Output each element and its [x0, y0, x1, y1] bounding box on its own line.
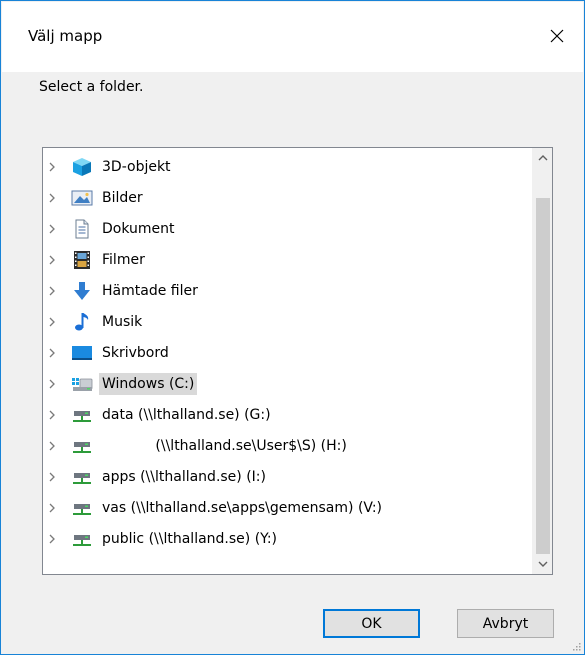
tree-item-label: (\\lthalland.se\User$\S) (H:)	[102, 437, 347, 454]
folder-dialog: Välj mapp Select a folder. 3D-objekt Bil…	[0, 0, 585, 655]
tree-item-filmer[interactable]: Filmer	[43, 244, 532, 275]
expand-chevron-icon[interactable]	[43, 441, 69, 451]
expand-chevron-icon[interactable]	[43, 317, 69, 327]
tree-item-dokument[interactable]: Dokument	[43, 213, 532, 244]
expand-chevron-icon[interactable]	[43, 410, 69, 420]
expand-chevron-icon[interactable]	[43, 224, 69, 234]
tree-item-3d-objekt[interactable]: 3D-objekt	[43, 151, 532, 182]
network-drive-icon	[71, 498, 97, 518]
expand-chevron-icon[interactable]	[43, 348, 69, 358]
music-icon	[71, 312, 97, 332]
tree-item-label: vas (\\lthalland.se\apps\gemensam) (V:)	[102, 499, 383, 516]
chevron-down-icon	[538, 561, 548, 567]
close-button[interactable]	[537, 16, 577, 56]
scroll-up-button[interactable]	[533, 148, 553, 168]
network-drive-icon	[71, 467, 97, 487]
windows-drive-icon	[71, 374, 97, 394]
scroll-thumb[interactable]	[536, 198, 550, 554]
network-drive-icon	[71, 405, 97, 425]
videos-icon	[71, 250, 97, 270]
tree-item-label: Skrivbord	[102, 344, 169, 361]
tree-item-vas-v[interactable]: vas (\\lthalland.se\apps\gemensam) (V:)	[43, 492, 532, 523]
tree-items: 3D-objekt Bilder Dokument Filmer Hämtade…	[43, 151, 532, 554]
desktop-icon	[71, 343, 97, 363]
tree-item-label: 3D-objekt	[102, 158, 171, 175]
expand-chevron-icon[interactable]	[43, 255, 69, 265]
tree-item-label: Bilder	[102, 189, 143, 206]
tree-item-apps-i[interactable]: apps (\\lthalland.se) (I:)	[43, 461, 532, 492]
expand-chevron-icon[interactable]	[43, 193, 69, 203]
tree-item-data-g[interactable]: data (\\lthalland.se) (G:)	[43, 399, 532, 430]
folder-tree[interactable]: 3D-objekt Bilder Dokument Filmer Hämtade…	[42, 147, 553, 575]
tree-item-bilder[interactable]: Bilder	[43, 182, 532, 213]
documents-icon	[71, 219, 97, 239]
cancel-button[interactable]: Avbryt	[457, 609, 554, 638]
network-drive-icon	[71, 436, 97, 456]
tree-item-user-h[interactable]: (\\lthalland.se\User$\S) (H:)	[43, 430, 532, 461]
tree-item-label: data (\\lthalland.se) (G:)	[102, 406, 271, 423]
expand-chevron-icon[interactable]	[43, 379, 69, 389]
tree-item-label: Windows (C:)	[99, 372, 198, 395]
expand-chevron-icon[interactable]	[43, 503, 69, 513]
expand-chevron-icon[interactable]	[43, 472, 69, 482]
tree-item-windows-c[interactable]: Windows (C:)	[43, 368, 532, 399]
downloads-icon	[71, 281, 97, 301]
expand-chevron-icon[interactable]	[43, 286, 69, 296]
network-drive-icon	[71, 529, 97, 549]
tree-item-label: Hämtade filer	[102, 282, 198, 299]
resize-grip-icon[interactable]	[571, 641, 581, 651]
pictures-icon	[71, 188, 97, 208]
tree-item-hamtade-filer[interactable]: Hämtade filer	[43, 275, 532, 306]
dialog-title: Välj mapp	[28, 27, 103, 45]
tree-item-musik[interactable]: Musik	[43, 306, 532, 337]
tree-item-label: Musik	[102, 313, 143, 330]
ok-button[interactable]: OK	[323, 609, 420, 638]
expand-chevron-icon[interactable]	[43, 162, 69, 172]
tree-item-label: public (\\lthalland.se) (Y:)	[102, 530, 278, 547]
tree-item-public-y[interactable]: public (\\lthalland.se) (Y:)	[43, 523, 532, 554]
title-bar: Välj mapp	[2, 2, 583, 72]
tree-item-label: Filmer	[102, 251, 145, 268]
scroll-down-button[interactable]	[533, 554, 553, 574]
tree-item-label: Dokument	[102, 220, 175, 237]
close-icon	[550, 29, 564, 43]
3d-objects-icon	[71, 157, 97, 177]
expand-chevron-icon[interactable]	[43, 534, 69, 544]
instruction-text: Select a folder.	[39, 79, 144, 95]
vertical-scrollbar[interactable]	[532, 148, 552, 574]
tree-item-label: apps (\\lthalland.se) (I:)	[102, 468, 266, 485]
chevron-up-icon	[538, 155, 548, 161]
tree-item-skrivbord[interactable]: Skrivbord	[43, 337, 532, 368]
